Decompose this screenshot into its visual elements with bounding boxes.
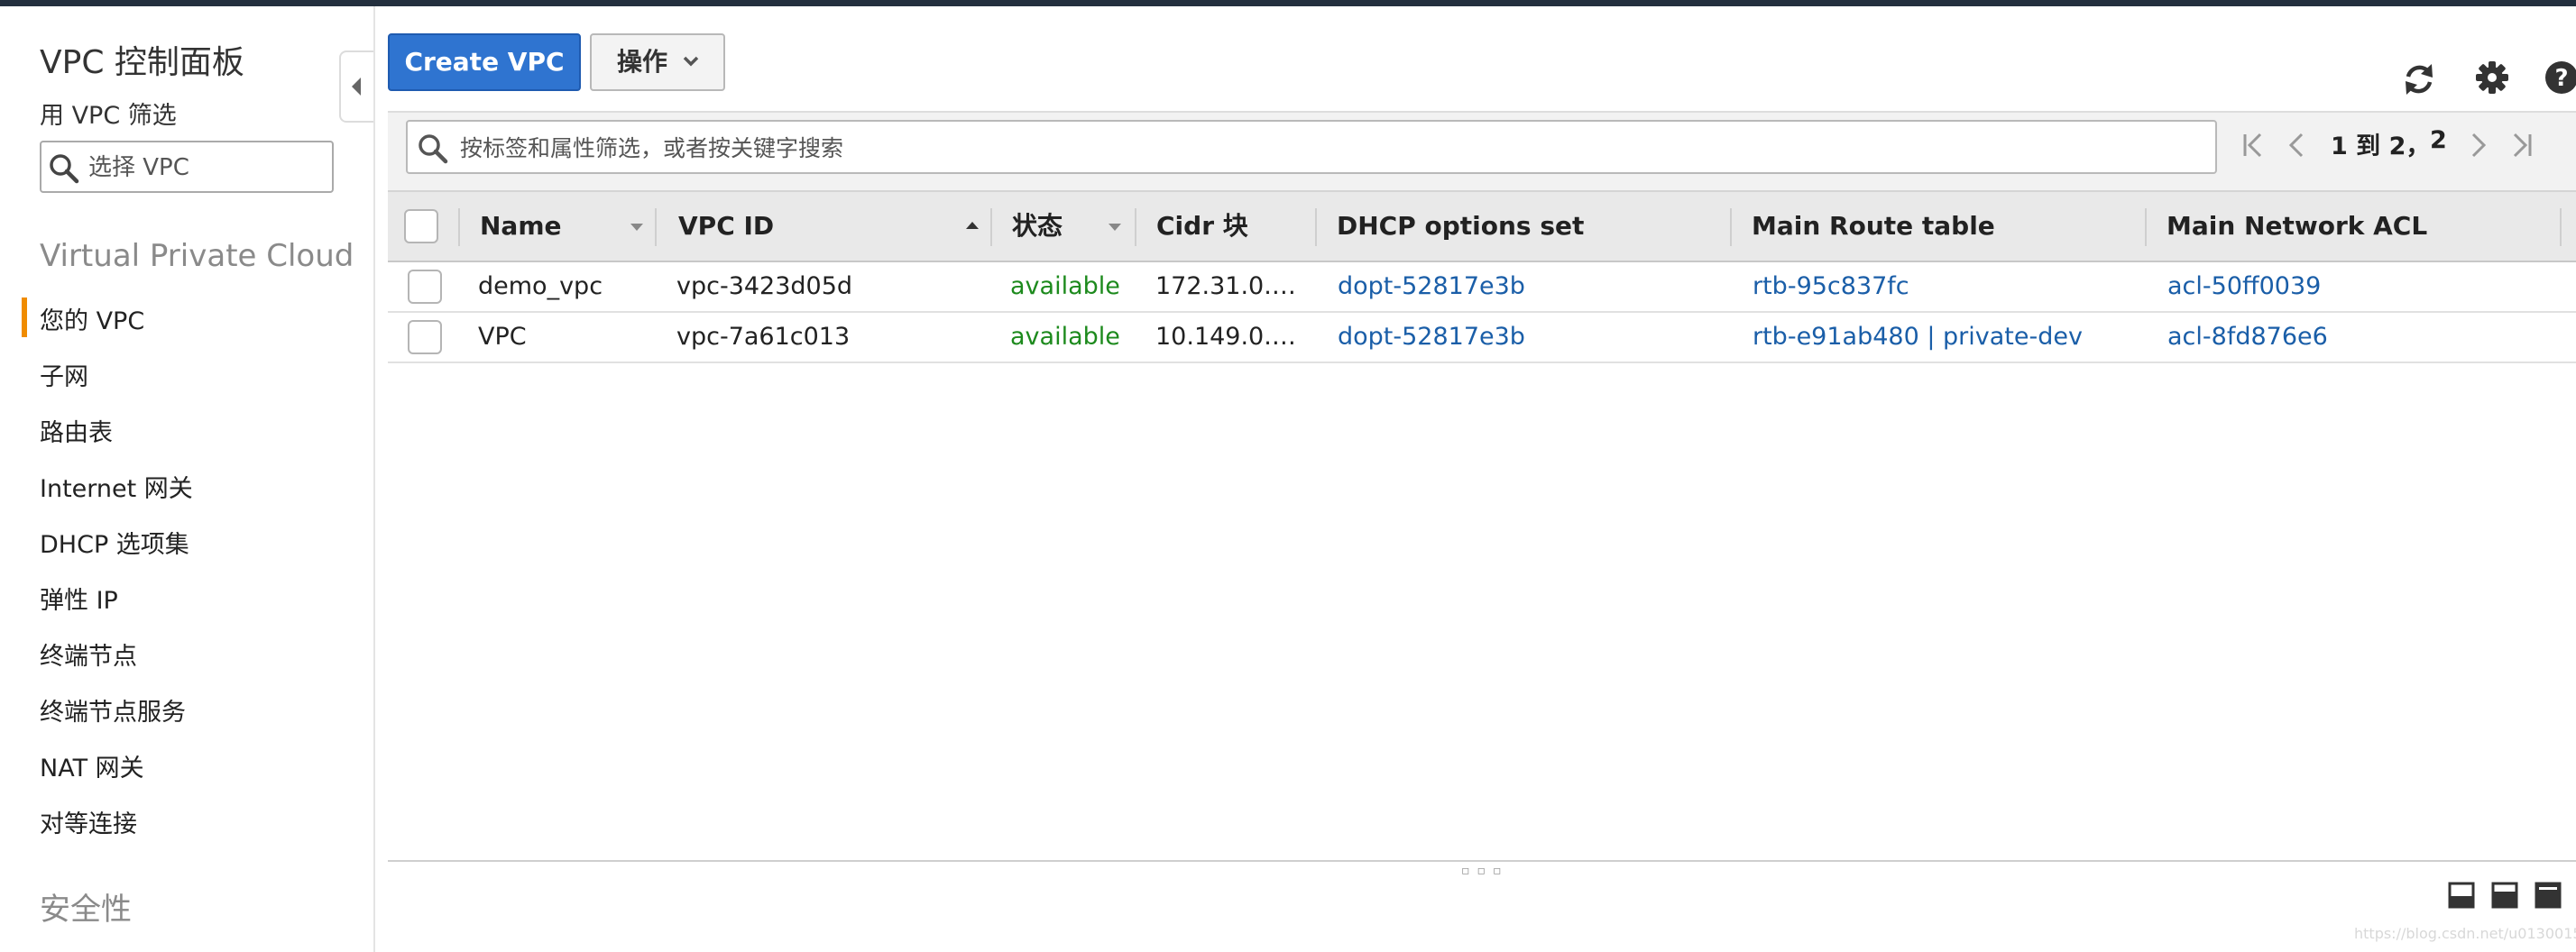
collapse-sidebar-button[interactable] — [339, 50, 373, 123]
svg-text:?: ? — [2554, 65, 2568, 92]
sidebar-item-peering-connections[interactable]: 对等连接 — [40, 804, 137, 839]
column-header-status[interactable]: 状态 — [1012, 192, 1063, 261]
cell-vpc-id: vpc-7a61c013 — [676, 323, 851, 351]
cell-network-acl-link[interactable]: acl-8fd876e6 — [2167, 313, 2555, 362]
row-checkbox[interactable] — [408, 270, 442, 304]
actions-label: 操作 — [617, 47, 668, 77]
cell-cidr: 10.149.0.… — [1155, 323, 1296, 351]
select-all-checkbox[interactable] — [404, 209, 438, 243]
previous-page-icon[interactable] — [2286, 132, 2307, 159]
layout-bottom-panel-icon[interactable] — [2448, 882, 2475, 909]
column-header-main-route-table[interactable]: Main Route table — [1752, 192, 1995, 261]
pager-total: 2 — [2430, 126, 2447, 154]
sidebar-item-route-tables[interactable]: 路由表 — [40, 413, 113, 448]
row-checkbox[interactable] — [408, 320, 442, 354]
column-divider — [458, 208, 460, 246]
table-search-input[interactable] — [460, 131, 2174, 165]
watermark: https://blog.csdn.net/u013001500 — [2354, 925, 2576, 942]
next-page-icon[interactable] — [2468, 132, 2489, 159]
cell-cidr: 172.31.0.… — [1155, 272, 1296, 300]
column-header-cidr[interactable]: Cidr 块 — [1156, 192, 1248, 261]
pager-range: 1 到 2， — [2331, 133, 2431, 160]
column-divider — [1730, 208, 1732, 246]
cell-status: available — [1010, 323, 1120, 351]
sidebar: VPC 控制面板 用 VPC 筛选 Virtual Private Cloud … — [0, 6, 375, 952]
sidebar-item-dhcp-options[interactable]: DHCP 选项集 — [40, 525, 189, 560]
column-divider — [990, 208, 992, 246]
sidebar-item-endpoints[interactable]: 终端节点 — [40, 636, 137, 672]
sidebar-item-subnets[interactable]: 子网 — [40, 357, 88, 392]
table-search-box[interactable] — [406, 120, 2217, 174]
cell-dhcp-link[interactable]: dopt-52817e3b — [1338, 313, 1725, 362]
layout-split-panel-icon[interactable] — [2491, 882, 2518, 909]
cell-name: VPC — [478, 323, 527, 351]
vpc-filter-select[interactable] — [40, 141, 334, 193]
column-divider — [1315, 208, 1317, 246]
sidebar-title: VPC 控制面板 — [40, 44, 244, 81]
caret-left-icon — [352, 78, 361, 96]
cell-name: demo_vpc — [478, 272, 603, 300]
actions-dropdown-button[interactable]: 操作 — [590, 33, 725, 91]
vpc-filter-label: 用 VPC 筛选 — [40, 102, 177, 130]
refresh-icon[interactable] — [2401, 61, 2437, 97]
column-divider — [2560, 208, 2562, 246]
column-header-main-network-acl[interactable]: Main Network ACL — [2167, 192, 2427, 261]
sidebar-item-internet-gateways[interactable]: Internet 网关 — [40, 469, 193, 504]
detail-pane-divider[interactable] — [388, 860, 2576, 862]
table-header: Name VPC ID 状态 Cidr 块 DHCP options set M… — [388, 190, 2576, 262]
cell-network-acl-link[interactable]: acl-50ff0039 — [2167, 262, 2555, 311]
resize-handle[interactable]: ▫▫▫ — [1461, 864, 1508, 878]
chevron-down-icon — [683, 56, 699, 67]
sort-down-icon — [1109, 224, 1121, 231]
column-header-dhcp-options-set[interactable]: DHCP options set — [1337, 192, 1584, 261]
sidebar-item-endpoint-services[interactable]: 终端节点服务 — [40, 692, 186, 728]
cell-status: available — [1010, 272, 1120, 300]
column-divider — [655, 208, 657, 246]
first-page-icon[interactable] — [2240, 132, 2266, 159]
column-divider — [1135, 208, 1136, 246]
sidebar-item-your-vpcs[interactable]: 您的 VPC — [40, 301, 144, 336]
last-page-icon[interactable] — [2509, 132, 2535, 159]
section-security: 安全性 — [40, 892, 132, 928]
top-bar — [0, 0, 2576, 6]
create-vpc-button[interactable]: Create VPC — [388, 33, 581, 91]
table-row[interactable]: VPC vpc-7a61c013 available 10.149.0.… do… — [388, 313, 2576, 363]
active-nav-indicator — [22, 298, 27, 337]
cell-vpc-id: vpc-3423d05d — [676, 272, 853, 300]
cell-route-table-link[interactable]: rtb-e91ab480 | private-dev — [1753, 313, 2140, 362]
cell-dhcp-link[interactable]: dopt-52817e3b — [1338, 262, 1725, 311]
sort-up-icon — [966, 222, 979, 229]
table-row[interactable]: demo_vpc vpc-3423d05d available 172.31.0… — [388, 262, 2576, 313]
column-divider — [2145, 208, 2147, 246]
gear-icon[interactable] — [2475, 60, 2509, 95]
search-icon — [50, 154, 79, 184]
layout-full-panel-icon[interactable] — [2535, 882, 2562, 909]
sidebar-item-elastic-ips[interactable]: 弹性 IP — [40, 581, 118, 616]
column-header-name[interactable]: Name — [480, 192, 562, 261]
section-virtual-private-cloud: Virtual Private Cloud — [40, 238, 354, 274]
column-header-vpc-id[interactable]: VPC ID — [678, 192, 774, 261]
sidebar-item-nat-gateways[interactable]: NAT 网关 — [40, 748, 144, 783]
vpc-filter-input[interactable] — [88, 150, 323, 186]
help-icon[interactable]: ? — [2544, 60, 2576, 96]
search-icon — [419, 134, 448, 164]
sort-down-icon — [630, 224, 643, 231]
cell-route-table-link[interactable]: rtb-95c837fc — [1753, 262, 2140, 311]
